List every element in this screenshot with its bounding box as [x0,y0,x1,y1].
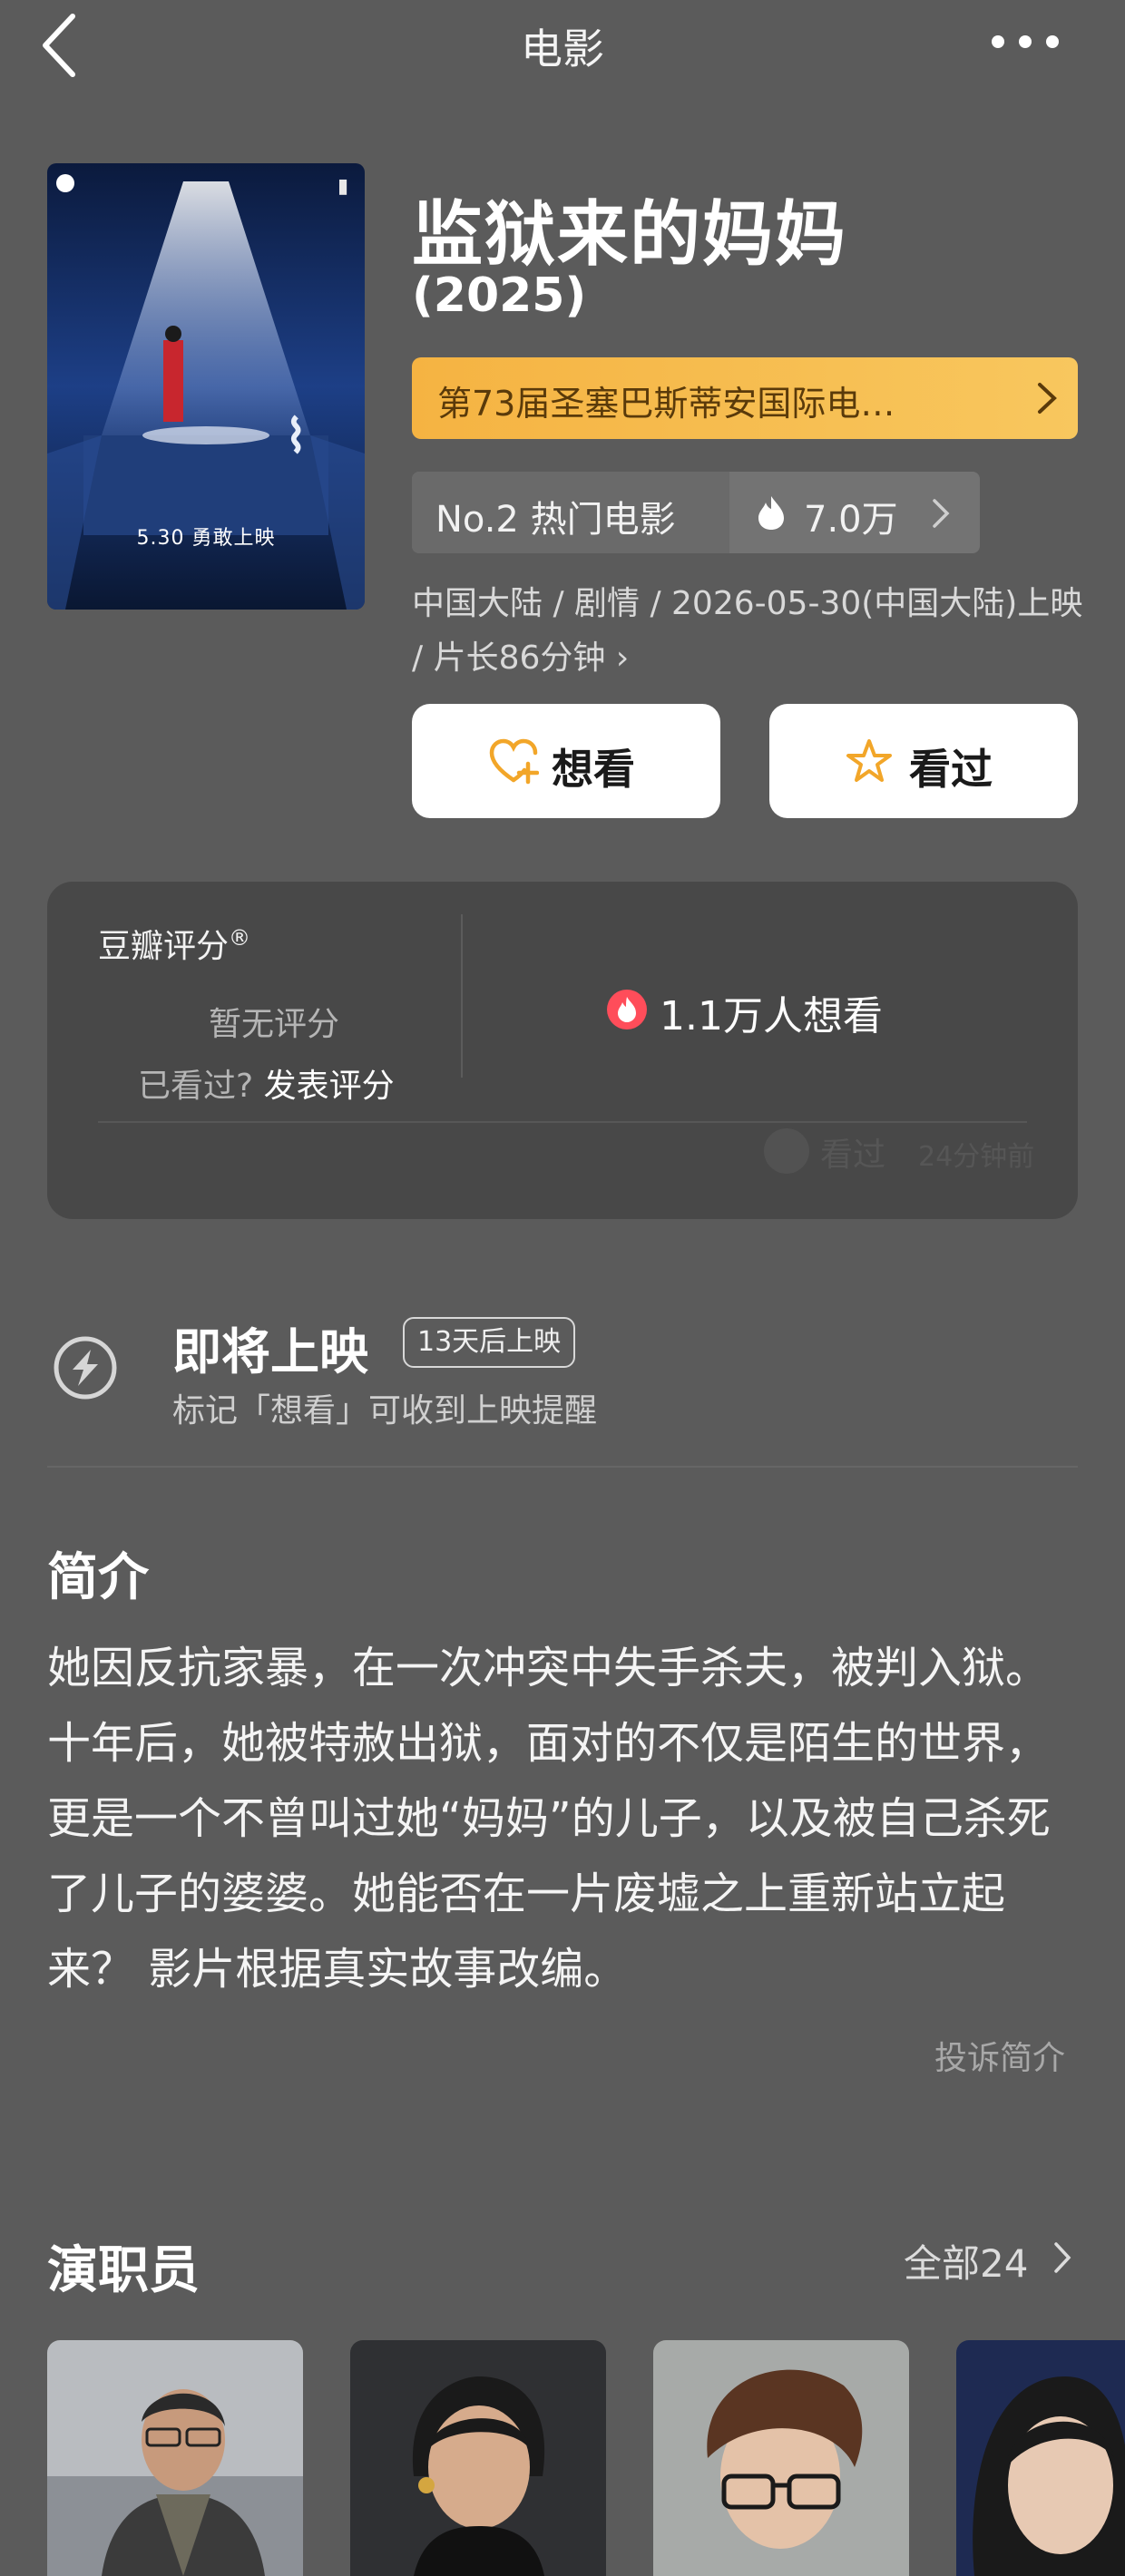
heart-plus-icon [489,738,539,785]
want-label: 想看 [552,745,635,794]
cast-photo[interactable] [956,2340,1125,2576]
seen-prompt: 已看过? 发表评分 [138,1068,395,1105]
countdown-badge: 13天后上映 [403,1317,576,1368]
more-button[interactable] [980,18,1089,73]
flame-icon [607,990,647,1029]
page-title: 电影 [521,24,604,73]
divider [47,1466,1078,1468]
more-icon [992,35,1059,48]
rank-label: No.2 热门电影 [435,499,676,541]
cast-photo[interactable] [350,2340,606,2576]
cast-all-link[interactable]: 全部24 [904,2233,1028,2288]
no-rating-text: 暂无评分 [209,1006,340,1043]
rate-link[interactable]: 发表评分 [264,1068,395,1105]
festival-award-banner[interactable]: 第73届圣塞巴斯蒂安国际电… [412,357,1078,439]
rating-title: 豆瓣评分® [98,925,251,965]
cast-heading: 演职员 [47,2241,200,2300]
cast-portrait [956,2340,1125,2576]
want-count: 1.1万人想看 [660,993,883,1039]
ranking-bar[interactable]: No.2 热门电影 7.0万 [412,472,980,553]
hot-count: 7.0万 [804,499,898,541]
cast-photo[interactable] [47,2340,303,2576]
cast-portrait [47,2340,303,2576]
poster-date: 5.30 勇敢上映 [136,527,276,550]
chevron-right-icon [933,499,950,528]
avatar [764,1128,809,1174]
recent-activity-time: 24分钟前 [918,1141,1035,1173]
report-synopsis-link[interactable]: 投诉简介 [934,2032,1065,2079]
chevron-right-icon [1038,383,1057,414]
movie-poster[interactable]: ⌇ ▮ 5.30 勇敢上映 [47,163,365,610]
movie-title: 监狱来的妈妈 [412,194,848,276]
chevron-right-icon[interactable] [1052,2240,1072,2275]
recent-activity-action: 看过 [820,1137,886,1174]
flame-icon [758,496,784,530]
synopsis-heading: 简介 [47,1548,149,1607]
want-to-watch-button[interactable]: 想看 [412,704,720,818]
seen-button[interactable]: 看过 [769,704,1078,818]
divider [461,914,463,1078]
recent-activity: 看过 24分钟前 [764,1121,1081,1194]
upcoming-title: 即将上映 [172,1323,368,1381]
cast-portrait [653,2340,909,2576]
svg-text:⌇: ⌇ [285,409,307,463]
movie-info[interactable]: 中国大陆 / 剧情 / 2026-05-30(中国大陆)上映 / 片长86分钟 … [412,577,1083,686]
star-icon [846,739,892,782]
cast-photo[interactable] [653,2340,909,2576]
seen-label: 看过 [909,745,993,794]
rating-card: 豆瓣评分® 暂无评分 已看过? 发表评分 1.1万人想看 看过 24分钟前 [47,882,1078,1219]
reminder-icon [54,1336,117,1400]
movie-year: (2025) [412,268,587,323]
svg-text:▮: ▮ [338,175,348,198]
synopsis-text: 她因反抗家暴，在一次冲突中失手杀夫，被判入狱。十年后，她被特赦出狱，面对的不仅是… [47,1643,1051,1995]
festival-text: 第73届圣塞巴斯蒂安国际电… [437,384,895,424]
upcoming-hint: 标记「想看」可收到上映提醒 [172,1392,598,1429]
cast-portrait [350,2340,606,2576]
